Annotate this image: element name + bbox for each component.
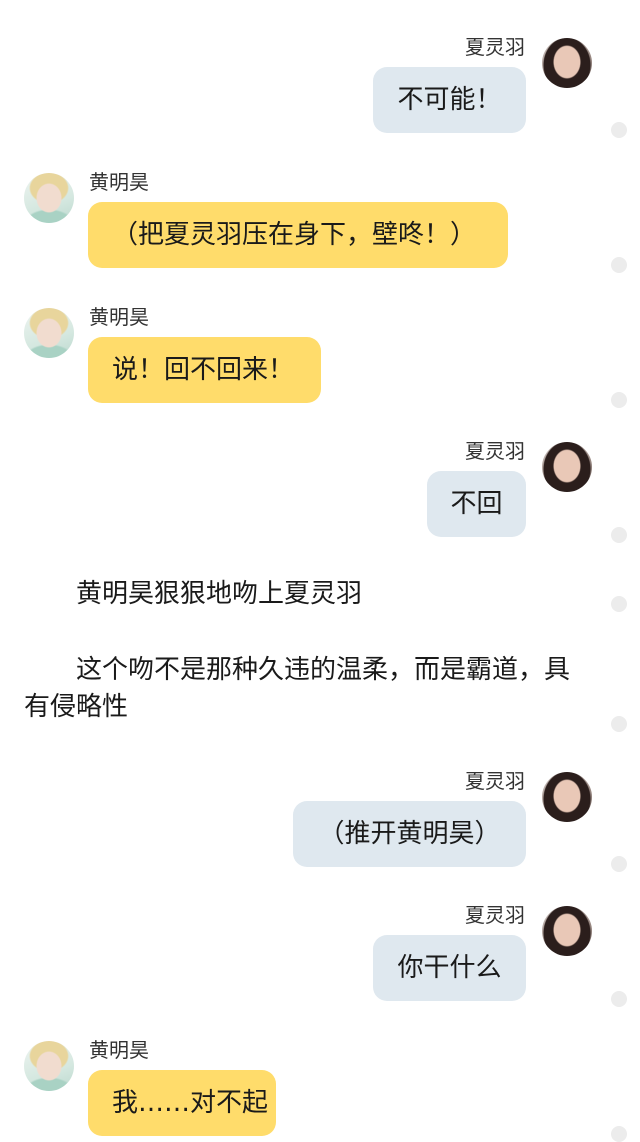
avatar[interactable] xyxy=(24,1041,74,1091)
message-bubble[interactable]: （推开黄明昊） xyxy=(293,801,526,867)
scroll-dot xyxy=(611,122,627,138)
avatar[interactable] xyxy=(542,906,592,956)
avatar[interactable] xyxy=(542,772,592,822)
narration-paragraph: 黄明昊狠狠地吻上夏灵羽 xyxy=(76,579,363,609)
scroll-dot xyxy=(611,1126,627,1142)
message-bubble[interactable]: 不可能！ xyxy=(373,67,526,133)
sender-name: 夏灵羽 xyxy=(465,439,525,463)
sender-name: 夏灵羽 xyxy=(465,903,525,927)
scroll-dot xyxy=(611,527,627,543)
scroll-dot xyxy=(611,392,627,408)
scroll-dot xyxy=(611,991,627,1007)
narration-paragraph: 这个吻不是那种久违的温柔，而是霸道，具有侵略性 xyxy=(24,655,571,722)
sender-name: 夏灵羽 xyxy=(465,35,525,59)
message-bubble[interactable]: （把夏灵羽压在身下，壁咚！） xyxy=(88,202,508,268)
message-bubble[interactable]: 我……对不起 xyxy=(88,1070,276,1136)
scroll-dot xyxy=(611,716,627,732)
scroll-dot xyxy=(611,596,627,612)
avatar[interactable] xyxy=(24,308,74,358)
scroll-dot xyxy=(611,856,627,872)
sender-name: 黄明昊 xyxy=(89,305,149,329)
sender-name: 夏灵羽 xyxy=(465,769,525,793)
message-bubble[interactable]: 不回 xyxy=(427,471,526,537)
message-bubble[interactable]: 说！回不回来！ xyxy=(88,337,321,403)
avatar[interactable] xyxy=(542,38,592,88)
avatar[interactable] xyxy=(542,442,592,492)
message-bubble[interactable]: 你干什么 xyxy=(373,935,526,1001)
sender-name: 黄明昊 xyxy=(89,170,149,194)
sender-name: 黄明昊 xyxy=(89,1038,149,1062)
scroll-dot xyxy=(611,257,627,273)
avatar[interactable] xyxy=(24,173,74,223)
